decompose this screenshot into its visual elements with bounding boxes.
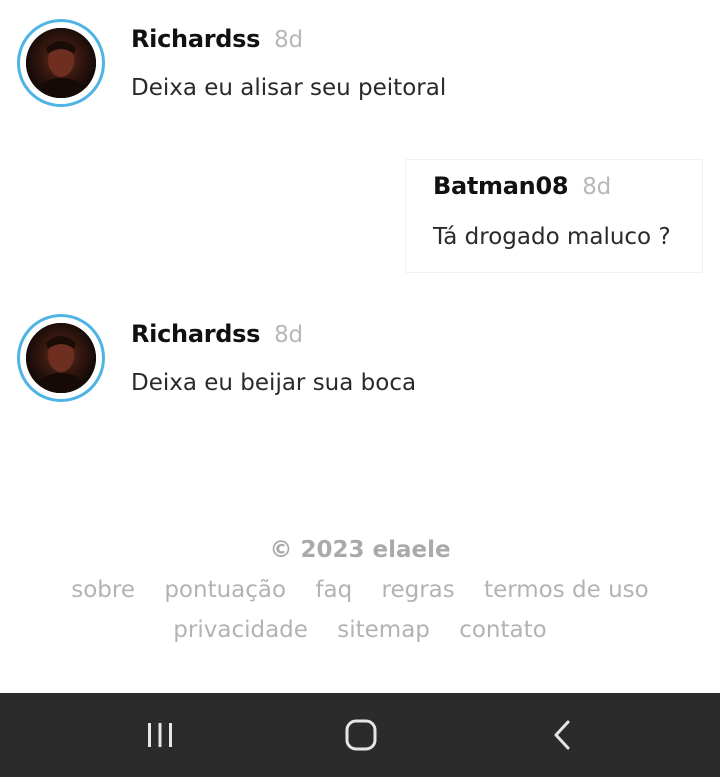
author-name[interactable]: Richardss xyxy=(131,25,260,53)
footer-link-contato[interactable]: contato xyxy=(459,617,547,643)
copyright-text: © 2023 elaele xyxy=(269,537,451,563)
footer-link-regras[interactable]: regras xyxy=(382,577,455,603)
site-footer: © 2023 elaele sobre pontuação faq regras… xyxy=(0,530,720,650)
footer-link-privacidade[interactable]: privacidade xyxy=(173,617,308,643)
avatar-photo xyxy=(26,323,96,393)
author-name[interactable]: Richardss xyxy=(131,320,260,348)
message-item: Richardss 8d Deixa eu beijar sua boca xyxy=(17,314,697,404)
message-author[interactable]: Richardss 8d xyxy=(131,320,303,348)
back-icon[interactable] xyxy=(539,711,587,759)
system-navigation-bar xyxy=(0,693,720,777)
message-time: 8d xyxy=(274,27,303,53)
footer-link-pontuacao[interactable]: pontuação xyxy=(164,577,286,603)
message-time: 8d xyxy=(582,174,611,200)
footer-link-sitemap[interactable]: sitemap xyxy=(337,617,430,643)
message-text: Deixa eu alisar seu peitoral xyxy=(131,75,447,101)
user-avatar[interactable] xyxy=(17,19,105,107)
message-author[interactable]: Richardss 8d xyxy=(131,25,303,53)
footer-link-faq[interactable]: faq xyxy=(315,577,352,603)
footer-links-row-1: sobre pontuação faq regras termos de uso xyxy=(0,570,720,610)
message-item: Richardss 8d Deixa eu alisar seu peitoral xyxy=(17,19,697,109)
author-name[interactable]: Batman08 xyxy=(433,172,569,200)
message-text: Deixa eu beijar sua boca xyxy=(131,370,417,396)
footer-link-sobre[interactable]: sobre xyxy=(71,577,135,603)
message-item-own: Batman08 8d Tá drogado maluco ? xyxy=(405,159,703,273)
user-avatar[interactable] xyxy=(17,314,105,402)
message-author[interactable]: Batman08 8d xyxy=(433,172,611,200)
home-icon[interactable] xyxy=(337,711,385,759)
message-time: 8d xyxy=(274,322,303,348)
recent-apps-icon[interactable] xyxy=(136,711,184,759)
footer-links-row-2: privacidade sitemap contato xyxy=(0,610,720,650)
avatar-photo xyxy=(26,28,96,98)
chat-page: Richardss 8d Deixa eu alisar seu peitoral… xyxy=(0,0,720,693)
message-text: Tá drogado maluco ? xyxy=(433,224,671,250)
footer-link-termos[interactable]: termos de uso xyxy=(484,577,649,603)
